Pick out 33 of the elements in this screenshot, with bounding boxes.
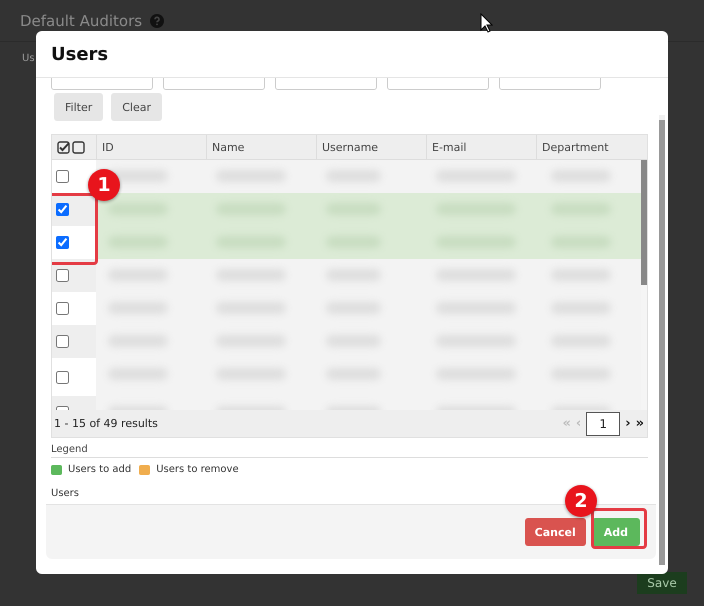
page-input[interactable]: 1 [586, 412, 620, 436]
row-checkbox[interactable] [56, 302, 69, 315]
row-checkbox[interactable] [56, 170, 69, 183]
dialog-scrollbar[interactable] [659, 115, 665, 565]
highlight-frame [591, 508, 647, 549]
page-title: Default Auditors [20, 12, 142, 30]
save-button[interactable]: Save [637, 572, 687, 594]
row-checkbox[interactable] [56, 371, 69, 384]
dialog-title: Users [51, 44, 108, 64]
users-label: Users [51, 488, 80, 499]
row-checkbox[interactable] [56, 335, 69, 348]
uncheck-all-icon[interactable] [72, 140, 85, 154]
row-checkbox[interactable] [56, 203, 69, 216]
clear-button[interactable]: Clear [111, 93, 162, 121]
column-header[interactable]: Username [316, 135, 426, 159]
filter-button[interactable]: Filter [54, 93, 104, 121]
column-header[interactable]: Name [206, 135, 316, 159]
column-header[interactable]: ID [96, 135, 206, 159]
results-count: 1 - 15 of 49 results [54, 417, 158, 430]
pager-link[interactable]: » [636, 416, 644, 431]
pager-link[interactable]: › [625, 416, 631, 431]
legend-label: Users to remove [156, 464, 239, 475]
column-header[interactable]: Department [536, 135, 646, 159]
table-scrollbar[interactable] [641, 160, 647, 410]
row-checkbox[interactable] [56, 236, 69, 249]
section-label: Us [22, 53, 35, 64]
check-all-icon[interactable] [57, 140, 70, 154]
cancel-button[interactable]: Cancel [524, 518, 586, 546]
step-badge: 2 [565, 485, 597, 517]
legend-label: Users to add [68, 464, 132, 475]
column-header[interactable]: E-mail [426, 135, 536, 159]
row-checkbox[interactable] [56, 269, 69, 282]
legend-title: Legend [51, 444, 648, 458]
